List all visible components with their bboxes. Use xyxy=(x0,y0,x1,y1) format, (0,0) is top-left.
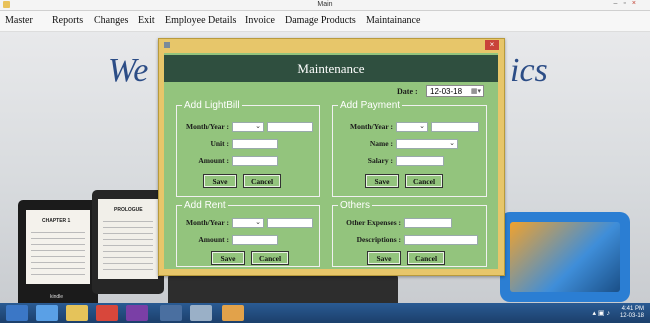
kids-tablet-image xyxy=(500,212,630,302)
lightbill-amount-input[interactable] xyxy=(232,156,278,166)
dialog-app-icon xyxy=(164,42,170,48)
dialog-titlebar: × xyxy=(159,39,504,52)
app-icon-2[interactable] xyxy=(190,305,212,321)
lightbill-save-button[interactable]: Save xyxy=(203,174,237,188)
menu-item-maintainance[interactable]: Maintainance xyxy=(366,15,420,26)
welcome-text-left: We xyxy=(108,52,149,89)
chrome-icon[interactable] xyxy=(96,305,118,321)
menu-item-damage-products[interactable]: Damage Products xyxy=(285,15,356,26)
folder-icon[interactable] xyxy=(66,305,88,321)
rent-save-button[interactable]: Save xyxy=(211,251,245,265)
others-legend: Others xyxy=(338,200,373,211)
lightbill-year-input[interactable] xyxy=(267,122,313,132)
date-label: Date : xyxy=(397,87,418,96)
others-group: Others Other Expenses : Descriptions : S… xyxy=(332,200,487,267)
payment-legend: Add Payment xyxy=(338,100,403,111)
visual-studio-icon[interactable] xyxy=(126,305,148,321)
menu-item-employee-details[interactable]: Employee Details xyxy=(165,15,236,26)
menu-item-master[interactable]: Master xyxy=(5,15,33,26)
payment-month-label: Month/Year : xyxy=(350,122,393,131)
others-cancel-button[interactable]: Cancel xyxy=(407,251,445,265)
dialog-close-button[interactable]: × xyxy=(485,40,499,50)
date-picker[interactable]: 12-03-18 ▦▾ xyxy=(426,85,484,97)
payment-save-button[interactable]: Save xyxy=(365,174,399,188)
kindle-device-image-2: PROLOGUE xyxy=(92,190,164,294)
browser-icon[interactable] xyxy=(36,305,58,321)
rent-amount-input[interactable] xyxy=(232,235,278,245)
chevron-down-icon: ⌄ xyxy=(419,122,425,130)
prologue-text: PROLOGUE xyxy=(114,207,143,213)
chevron-down-icon: ⌄ xyxy=(449,139,455,147)
chapter-text: CHAPTER 1 xyxy=(42,218,71,224)
lightbill-group: Add LightBill Month/Year : ⌄ Unit : Amou… xyxy=(176,100,320,197)
payment-salary-label: Salary : xyxy=(367,156,393,165)
tablet-device-image xyxy=(168,274,398,303)
rent-month-select[interactable]: ⌄ xyxy=(232,218,264,228)
payment-name-label: Name : xyxy=(369,139,393,148)
lightbill-amount-label: Amount : xyxy=(198,156,229,165)
chevron-down-icon: ⌄ xyxy=(255,218,261,226)
maintenance-dialog: × Maintenance Date : 12-03-18 ▦▾ Add Lig… xyxy=(158,38,505,276)
clock[interactable]: 4:41 PM 12-03-18 xyxy=(620,306,644,320)
lightbill-month-label: Month/Year : xyxy=(186,122,229,131)
others-expenses-label: Other Expenses : xyxy=(346,218,401,227)
app-icon-1[interactable] xyxy=(160,305,182,321)
system-tray[interactable]: ▴ ▣ ♪ xyxy=(592,309,610,317)
payment-month-select[interactable]: ⌄ xyxy=(396,122,428,132)
payment-group: Add Payment Month/Year : ⌄ Name : ⌄ Sala… xyxy=(332,100,487,197)
payment-cancel-button[interactable]: Cancel xyxy=(405,174,443,188)
dialog-header: Maintenance xyxy=(164,55,498,82)
clock-date: 12-03-18 xyxy=(619,313,644,319)
menu-item-reports[interactable]: Reports xyxy=(52,15,83,26)
others-save-button[interactable]: Save xyxy=(367,251,401,265)
lightbill-month-select[interactable]: ⌄ xyxy=(232,122,264,132)
start-icon[interactable] xyxy=(6,305,28,321)
lightbill-legend: Add LightBill xyxy=(182,100,242,111)
app-icon-3[interactable] xyxy=(222,305,244,321)
menu-item-exit[interactable]: Exit xyxy=(138,15,155,26)
rent-cancel-button[interactable]: Cancel xyxy=(251,251,289,265)
window-titlebar: Main ‒▫× xyxy=(0,0,650,11)
date-value: 12-03-18 xyxy=(430,87,463,96)
menu-item-changes[interactable]: Changes xyxy=(94,15,128,26)
payment-salary-input[interactable] xyxy=(396,156,444,166)
taskbar: ▴ ▣ ♪ 4:41 PM 12-03-18 xyxy=(0,303,650,323)
close-icon[interactable]: × xyxy=(632,0,642,7)
window-title: Main xyxy=(317,1,333,8)
payment-year-input[interactable] xyxy=(431,122,479,132)
rent-legend: Add Rent xyxy=(182,200,228,211)
kindle-brand: kindle xyxy=(50,294,64,300)
menu-bar: Master Reports Changes Exit Employee Det… xyxy=(0,11,650,32)
rent-month-label: Month/Year : xyxy=(186,218,229,227)
lightbill-unit-label: Unit : xyxy=(210,139,229,148)
rent-amount-label: Amount : xyxy=(198,235,229,244)
lightbill-cancel-button[interactable]: Cancel xyxy=(243,174,281,188)
window-controls: ‒▫× xyxy=(614,0,642,7)
kindle-device-image: CHAPTER 1 kindle xyxy=(18,200,98,303)
chevron-down-icon: ⌄ xyxy=(255,122,261,130)
clock-time: 4:41 PM xyxy=(621,306,644,312)
others-descriptions-label: Descriptions : xyxy=(356,235,401,244)
welcome-text-right: ics xyxy=(510,52,548,89)
dialog-body: Maintenance Date : 12-03-18 ▦▾ Add Light… xyxy=(164,53,498,269)
rent-year-input[interactable] xyxy=(267,218,313,228)
maximize-icon[interactable]: ▫ xyxy=(623,0,631,7)
calendar-icon[interactable]: ▦▾ xyxy=(471,86,481,98)
payment-name-select[interactable]: ⌄ xyxy=(396,139,458,149)
others-descriptions-input[interactable] xyxy=(404,235,478,245)
others-expenses-input[interactable] xyxy=(404,218,452,228)
lightbill-unit-input[interactable] xyxy=(232,139,278,149)
rent-group: Add Rent Month/Year : ⌄ Amount : Save Ca… xyxy=(176,200,320,267)
menu-item-invoice[interactable]: Invoice xyxy=(245,15,275,26)
minimize-icon[interactable]: ‒ xyxy=(614,0,624,7)
